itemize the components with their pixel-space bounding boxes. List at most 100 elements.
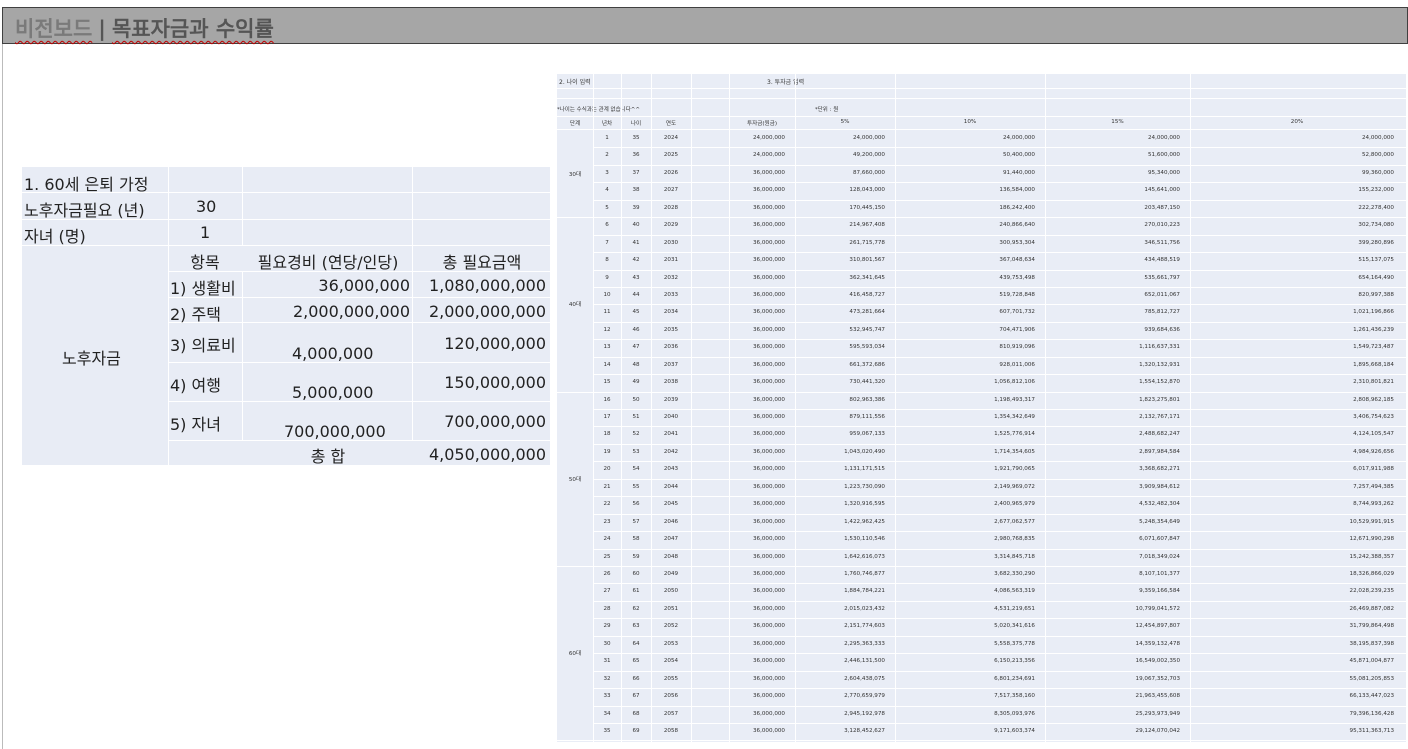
grid-line: [593, 304, 1406, 305]
table-cell: 9,171,603,374: [994, 727, 1035, 734]
table-cell: 12,671,990,298: [1349, 536, 1394, 543]
grid-line: [242, 167, 243, 245]
table-cell: 5,248,354,649: [1139, 518, 1180, 525]
table-cell: 2,295,363,333: [844, 640, 885, 647]
table-cell: 53: [632, 448, 640, 455]
table-cell: 2,808,962,185: [1353, 396, 1394, 403]
table-cell: 36,000,000: [752, 309, 785, 316]
children-value[interactable]: 1: [200, 223, 210, 242]
table-cell: 939,684,636: [1144, 326, 1180, 333]
table-cell: 1,131,171,515: [844, 466, 885, 473]
table-cell: 68: [632, 710, 640, 717]
table-cell: 36,000,000: [752, 448, 785, 455]
page-border: [2, 44, 3, 749]
table-cell: 399,280,896: [1358, 239, 1394, 246]
table-cell: 36,000,000: [752, 658, 785, 665]
table-cell: 38,195,837,398: [1349, 640, 1394, 647]
table-cell: 2043: [663, 466, 679, 473]
children-label: 자녀 (명): [24, 227, 86, 246]
table-cell: 24: [603, 536, 611, 543]
table-cell: 2,945,192,978: [844, 710, 885, 717]
years-needed-label: 노후자금필요 (년): [24, 201, 145, 220]
grid-line: [593, 653, 1406, 654]
table-cell: 23: [603, 518, 611, 525]
grid-line: [593, 444, 1406, 445]
item-cost[interactable]: 2,000,000,000: [248, 302, 410, 321]
table-cell: 43: [632, 274, 640, 281]
retirement-plan-table: 1. 60세 은퇴 가정 노후자금필요 (년) 30 자녀 (명) 1 노후자금…: [22, 167, 550, 466]
table-cell: 36,000,000: [752, 466, 785, 473]
table-cell: 16,549,002,350: [1135, 658, 1180, 665]
grid-line: [593, 531, 1406, 532]
table-cell: 3,682,330,290: [994, 571, 1035, 577]
table-cell: 36,000,000: [752, 361, 785, 368]
item-cost[interactable]: 36,000,000: [248, 276, 410, 295]
table-cell: 2,488,682,247: [1139, 431, 1180, 438]
table-cell: 9,359,166,584: [1139, 588, 1180, 595]
grid-line: [557, 740, 593, 741]
table-cell: 1,223,730,090: [844, 483, 885, 490]
table-cell: 2055: [663, 675, 679, 682]
table-cell: 2,015,023,432: [844, 605, 885, 612]
table-cell: 36,000,000: [752, 222, 785, 229]
table-cell: 36,000,000: [752, 693, 785, 700]
table-cell: 24,000,000: [752, 135, 785, 141]
table-cell: 99,360,000: [1361, 169, 1394, 176]
item-total: 1,080,000,000: [428, 276, 546, 295]
table-cell: 8,107,101,377: [1139, 571, 1180, 577]
table-cell: 31: [603, 658, 611, 665]
grid-line: [593, 409, 1406, 410]
header-cost: 필요경비 (연당/인당): [257, 253, 399, 272]
page-title: 비전보드 | 목표자금과 수익률: [15, 13, 274, 43]
item-cost[interactable]: 4,000,000: [292, 344, 373, 363]
table-cell: 36,000,000: [752, 605, 785, 612]
table-cell: 661,372,686: [849, 361, 885, 368]
table-cell: 59: [632, 553, 640, 560]
table-cell: 36,000,000: [752, 187, 785, 194]
table-cell: 652,011,067: [1144, 291, 1180, 298]
table-cell: 29: [603, 623, 611, 630]
item-cost[interactable]: 5,000,000: [292, 383, 373, 402]
years-needed-value[interactable]: 30: [196, 197, 216, 216]
table-cell: 12: [603, 326, 611, 333]
table-cell: 95,340,000: [1147, 169, 1180, 176]
table-cell: 21,963,455,608: [1135, 693, 1180, 700]
table-cell: 879,111,556: [849, 414, 885, 421]
table-cell: 5,020,341,616: [994, 623, 1035, 630]
table-cell: 2053: [663, 640, 679, 647]
table-cell: 2036: [663, 344, 679, 351]
grid-line: [593, 235, 1406, 236]
item-cost[interactable]: 700,000,000: [284, 422, 386, 441]
table-cell: 473,281,664: [849, 309, 885, 316]
table-cell: 8,744,993,262: [1353, 501, 1394, 508]
investment-projection-table: 2. 나이 입력 3. 투자금 입력 *나이는 수식과는 관계 없습니다^^ *…: [557, 74, 1406, 742]
table-cell: 6,150,213,356: [994, 658, 1035, 665]
table-cell: 302,734,080: [1358, 222, 1394, 229]
table-cell: 145,641,000: [1144, 187, 1180, 194]
table-cell: 1,884,784,221: [844, 588, 885, 595]
table-cell: 2033: [663, 291, 679, 298]
table-cell: 2024: [663, 135, 679, 141]
table-cell: 2057: [663, 710, 679, 717]
grid-line: [168, 245, 169, 465]
table-cell: 2,151,774,603: [844, 623, 885, 630]
table-cell: 9: [605, 274, 609, 281]
grid-line: [557, 129, 1406, 130]
table-cell: 3,909,984,612: [1139, 483, 1180, 490]
grid-line: [593, 566, 1406, 567]
table-cell: 1,823,275,801: [1139, 396, 1180, 403]
age-note: *나이는 수식과는 관계 없습니다^^: [557, 107, 640, 113]
table-cell: 36,000,000: [752, 553, 785, 560]
grid-line: [593, 392, 1406, 393]
grid-line: [593, 671, 1406, 672]
table-cell: 1,714,354,605: [994, 448, 1035, 455]
table-cell: 2049: [663, 571, 679, 577]
table-cell: 2050: [663, 588, 679, 595]
grid-line: [593, 601, 1406, 602]
grid-line: [593, 374, 1406, 375]
table-cell: 36,000,000: [752, 431, 785, 438]
table-cell: 36,000,000: [752, 257, 785, 264]
table-cell: 222,278,400: [1358, 204, 1394, 211]
column-header: 5%: [840, 119, 850, 125]
table-cell: 49,200,000: [852, 152, 885, 159]
